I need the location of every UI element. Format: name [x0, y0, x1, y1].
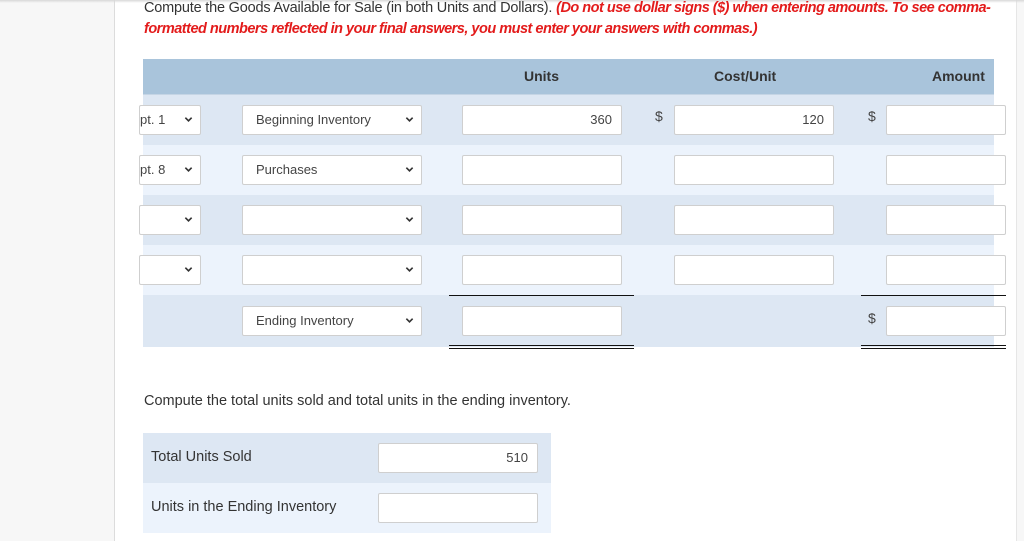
units-total-input[interactable]: [462, 306, 622, 336]
units-input[interactable]: 360: [462, 105, 622, 135]
chevron-down-icon: [184, 167, 193, 172]
chevron-down-icon: [184, 267, 193, 272]
date-select[interactable]: pt. 8: [139, 155, 201, 185]
units-ending-inventory-label: Units in the Ending Inventory: [151, 499, 337, 515]
units-ending-inventory-input[interactable]: [378, 493, 538, 523]
cost-unit-input[interactable]: [674, 205, 834, 235]
description-select[interactable]: [242, 255, 422, 285]
table-row: Units in the Ending Inventory: [143, 483, 551, 533]
table-row: [139, 245, 1006, 295]
table-row: pt. 1 Beginning Inventory 360 $ 120 $: [139, 95, 1006, 145]
date-select[interactable]: [139, 205, 201, 235]
cost-unit-input[interactable]: 120: [674, 105, 834, 135]
date-select[interactable]: pt. 1: [139, 105, 201, 135]
ending-inventory-row: Ending Inventory $: [143, 295, 1006, 349]
amount-input[interactable]: [886, 155, 1006, 185]
subtotal-rule: [449, 295, 634, 296]
total-units-sold-input[interactable]: 510: [378, 443, 538, 473]
date-select-value: pt. 1: [140, 112, 166, 127]
table-row: pt. 8 Purchases: [139, 145, 1006, 195]
description-select[interactable]: Beginning Inventory: [242, 105, 422, 135]
units-input[interactable]: [462, 155, 622, 185]
header-amount: Amount: [932, 68, 985, 84]
chevron-down-icon: [184, 117, 193, 122]
dollar-sign: $: [868, 310, 876, 326]
chevron-down-icon: [405, 318, 414, 323]
date-select-value: pt. 8: [140, 162, 166, 177]
description-select-value: Beginning Inventory: [256, 112, 371, 127]
table-row: Total Units Sold 510: [143, 433, 551, 483]
instructions-main: Compute the Goods Available for Sale (in…: [144, 0, 553, 16]
left-gutter: [0, 0, 115, 541]
amount-total-input[interactable]: [886, 306, 1006, 336]
amount-input[interactable]: [886, 255, 1006, 285]
description-select[interactable]: [242, 205, 422, 235]
question-content: Compute the Goods Available for Sale (in…: [116, 0, 1016, 541]
header-units: Units: [524, 68, 559, 84]
description-select[interactable]: Ending Inventory: [242, 306, 422, 336]
amount-input[interactable]: [886, 105, 1006, 135]
total-double-rule: [861, 345, 1006, 349]
goods-available-table: Units Cost/Unit Amount pt. 1 Beginning I…: [139, 59, 1006, 349]
scrollbar-track[interactable]: [1016, 0, 1024, 541]
cost-unit-input[interactable]: [674, 255, 834, 285]
total-units-sold-label: Total Units Sold: [151, 449, 252, 465]
subtotal-rule: [861, 295, 1006, 296]
chevron-down-icon: [405, 167, 414, 172]
chevron-down-icon: [405, 217, 414, 222]
dollar-sign: $: [655, 108, 663, 124]
total-double-rule: [449, 345, 634, 349]
dollar-sign: $: [868, 108, 876, 124]
description-select-value: Purchases: [256, 162, 318, 177]
table-header: Units Cost/Unit Amount: [143, 59, 994, 95]
chevron-down-icon: [184, 217, 193, 222]
cost-unit-input[interactable]: [674, 155, 834, 185]
chevron-down-icon: [405, 117, 414, 122]
units-instructions: Compute the total units sold and total u…: [144, 393, 571, 409]
units-input[interactable]: [462, 255, 622, 285]
instructions: Compute the Goods Available for Sale (in…: [144, 0, 1004, 40]
units-summary-table: Total Units Sold 510 Units in the Ending…: [143, 433, 551, 533]
chevron-down-icon: [405, 267, 414, 272]
date-select[interactable]: [139, 255, 201, 285]
units-input[interactable]: [462, 205, 622, 235]
table-row: [139, 195, 1006, 245]
header-cost-unit: Cost/Unit: [714, 68, 777, 84]
description-select-value: Ending Inventory: [256, 313, 354, 328]
amount-input[interactable]: [886, 205, 1006, 235]
description-select[interactable]: Purchases: [242, 155, 422, 185]
